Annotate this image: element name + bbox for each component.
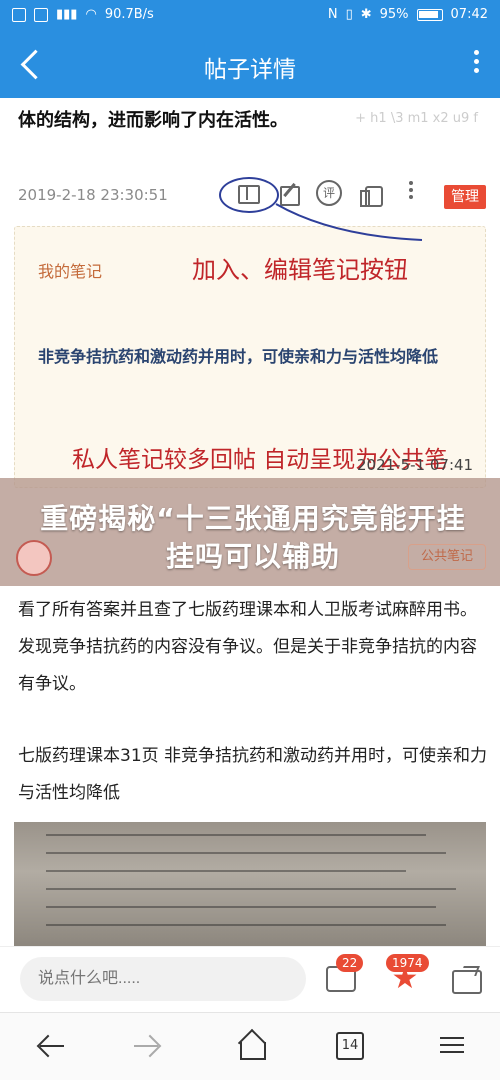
nav-menu-icon[interactable]: [438, 1032, 466, 1060]
battery-icon: [416, 8, 443, 21]
vibrate-icon: ▯: [345, 7, 353, 22]
photo-text-line: [46, 906, 436, 908]
photo-text-line: [46, 834, 426, 836]
nav-forward-icon[interactable]: [134, 1032, 162, 1060]
reply-paragraph-2: 七版药理课本31页 非竞争拮抗药和激动药并用时，可使亲和力与活性均降低: [18, 746, 488, 803]
wifi-icon: ◠: [85, 7, 97, 22]
comment-input[interactable]: [20, 957, 306, 1001]
battery-percent: 95%: [379, 7, 409, 22]
status-bar: ▮▮▮ ◠ 90.7B/s N ▯ ✱ 95% 07:42: [0, 0, 500, 32]
post-text-tail: 体的结构，进而影响了内在活性。: [18, 110, 288, 131]
status-right: N ▯ ✱ 95% 07:42: [328, 7, 488, 22]
textbook-photo[interactable]: [14, 822, 486, 946]
network-speed: 90.7B/s: [104, 7, 154, 22]
comment-count-badge: 22: [336, 954, 364, 972]
post-timestamp: 2019-2-18 23:30:51: [18, 186, 168, 204]
photo-text-line: [46, 924, 446, 926]
clock: 07:42: [450, 7, 488, 22]
status-left: ▮▮▮ ◠ 90.7B/s: [12, 7, 154, 22]
post-text-faded: + h1 \3 m1 x2 u9 f: [355, 111, 478, 126]
annotation-arrow: [275, 203, 423, 241]
photo-text-line: [46, 852, 446, 854]
more-options-icon[interactable]: [470, 46, 482, 82]
bluetooth-icon: ✱: [360, 7, 372, 22]
note-date: 2021-5-1 07:41: [357, 456, 474, 474]
signal-icon: ▮▮▮: [56, 7, 78, 22]
notification-icon: [12, 7, 26, 22]
note-body: 非竞争拮抗药和激动药并用时，可使亲和力与活性均降低: [38, 347, 439, 366]
title-bar: 帖子详情: [0, 32, 500, 98]
nav-home-icon[interactable]: [236, 1030, 266, 1060]
photo-text-line: [46, 870, 406, 872]
sim-icon: [34, 7, 48, 22]
note-book-icon[interactable]: [232, 178, 262, 208]
nfc-icon: N: [327, 7, 338, 22]
photo-text-line: [46, 888, 456, 890]
favorite-count-badge: 1974: [386, 954, 429, 972]
page-title: 帖子详情: [204, 57, 296, 83]
note-title: 我的笔记: [38, 262, 103, 281]
nav-tabs-button[interactable]: 14: [336, 1032, 364, 1060]
share-icon[interactable]: [452, 964, 482, 994]
nav-back-icon[interactable]: [36, 1032, 64, 1060]
overlay-headline: 重磅揭秘“十三张通用究竟能开挂挂吗可以辅助: [40, 502, 466, 573]
reply-paragraph-1: 看了所有答案并且查了七版药理课本和人卫版考试麻醉用书。发现竞争拮抗药的内容没有争…: [18, 600, 477, 694]
manage-button[interactable]: 管理: [444, 185, 486, 209]
annotation-text-buttons: 加入、编辑笔记按钮: [192, 256, 408, 284]
